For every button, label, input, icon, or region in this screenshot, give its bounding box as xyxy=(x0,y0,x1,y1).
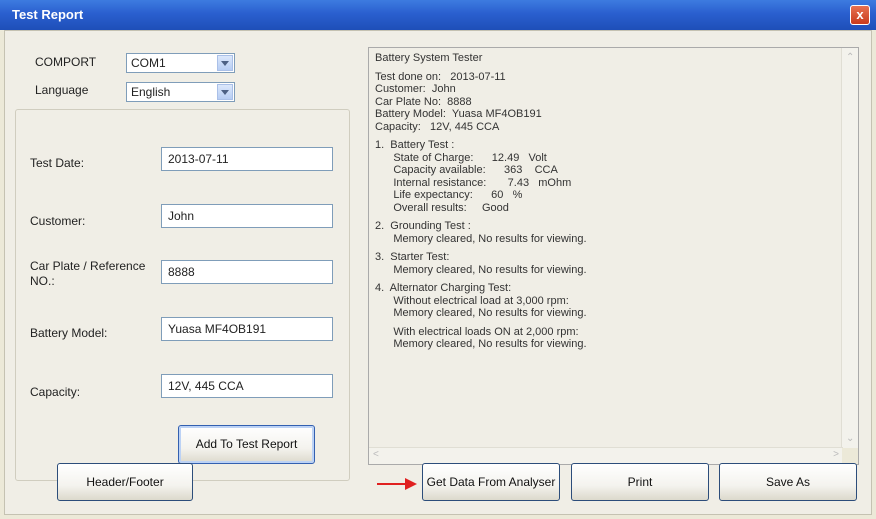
scroll-corner xyxy=(842,448,858,464)
report-fields-group: Test Date: 2013-07-11 Customer: John Car… xyxy=(15,109,350,481)
print-button[interactable]: Print xyxy=(571,463,709,501)
get-data-from-analyser-button[interactable]: Get Data From Analyser xyxy=(422,463,560,501)
report-line: Memory cleared, No results for viewing. xyxy=(375,263,587,276)
window-title: Test Report xyxy=(12,7,84,22)
customer-label: Customer: xyxy=(30,214,86,228)
report-line: Internal resistance: 7.43 mOhm xyxy=(375,176,572,189)
report-line: Memory cleared, No results for viewing. xyxy=(375,307,587,319)
report-line: Battery System Tester xyxy=(375,52,483,64)
close-icon: x xyxy=(856,7,864,22)
language-label: Language xyxy=(35,83,89,97)
scroll-down-icon[interactable]: ⌄ xyxy=(846,433,854,444)
battery-model-value: Yuasa MF4OB191 xyxy=(168,322,267,336)
chevron-down-icon[interactable] xyxy=(217,55,233,71)
car-plate-value: 8888 xyxy=(168,265,195,279)
report-line: State of Charge: 12.49 Volt xyxy=(375,151,547,164)
comport-select[interactable]: COM1 xyxy=(126,53,235,73)
test-date-label: Test Date: xyxy=(30,156,85,170)
scroll-left-icon[interactable]: < xyxy=(373,449,379,460)
car-plate-label-line2: NO.: xyxy=(30,274,55,288)
report-line: Customer: John xyxy=(375,83,456,95)
header-footer-button[interactable]: Header/Footer xyxy=(57,463,193,501)
car-plate-label-line1: Car Plate / Reference xyxy=(30,259,146,273)
battery-model-label: Battery Model: xyxy=(30,326,108,340)
chevron-down-icon[interactable] xyxy=(217,84,233,100)
comport-value: COM1 xyxy=(131,56,166,70)
language-value: English xyxy=(131,85,171,99)
report-line: Overall results: Good xyxy=(375,201,509,214)
report-line: Life expectancy: 60 % xyxy=(375,189,523,201)
horizontal-scrollbar[interactable]: < > xyxy=(369,447,843,464)
vertical-scrollbar[interactable]: ⌃ ⌄ xyxy=(841,48,858,448)
add-to-test-report-button[interactable]: Add To Test Report xyxy=(178,425,315,464)
battery-model-field[interactable]: Yuasa MF4OB191 xyxy=(161,317,333,341)
capacity-field[interactable]: 12V, 445 CCA xyxy=(161,374,333,398)
report-text: Battery System Tester Test done on: 2013… xyxy=(375,52,835,351)
save-as-button[interactable]: Save As xyxy=(719,463,857,501)
test-date-field[interactable]: 2013-07-11 xyxy=(161,147,333,171)
report-line: 4. Alternator Charging Test: xyxy=(375,282,512,294)
capacity-label: Capacity: xyxy=(30,385,81,399)
test-date-value: 2013-07-11 xyxy=(168,152,229,166)
report-line: 2. Grounding Test : xyxy=(375,220,471,232)
report-line: With electrical loads ON at 2,000 rpm: xyxy=(375,325,579,338)
report-line: Test done on: 2013-07-11 xyxy=(375,70,506,83)
capacity-value: 12V, 445 CCA xyxy=(168,379,244,393)
report-line: Car Plate No: 8888 xyxy=(375,95,472,108)
title-bar[interactable]: Test Report x xyxy=(0,0,876,30)
customer-value: John xyxy=(168,209,195,223)
test-report-window: Test Report x COMPORT COM1 Language Engl… xyxy=(0,0,876,519)
close-button[interactable]: x xyxy=(850,5,870,25)
report-line: 1. Battery Test : xyxy=(375,139,455,151)
scroll-up-icon[interactable]: ⌃ xyxy=(846,52,854,63)
report-line: 3. Starter Test: xyxy=(375,251,450,263)
customer-field[interactable]: John xyxy=(161,204,333,228)
annotation-arrow-icon xyxy=(377,478,417,490)
report-line: Memory cleared, No results for viewing. xyxy=(375,338,587,350)
scroll-right-icon[interactable]: > xyxy=(833,449,839,460)
car-plate-field[interactable]: 8888 xyxy=(161,260,333,284)
report-line: Capacity: 12V, 445 CCA xyxy=(375,120,500,133)
language-select[interactable]: English xyxy=(126,82,235,102)
report-line: Memory cleared, No results for viewing. xyxy=(375,232,587,245)
comport-label: COMPORT xyxy=(35,55,97,69)
report-line: Battery Model: Yuasa MF4OB191 xyxy=(375,108,542,120)
dialog-body: COMPORT COM1 Language English Test Date:… xyxy=(4,30,872,515)
report-preview[interactable]: Battery System Tester Test done on: 2013… xyxy=(368,47,859,465)
report-line: Without electrical load at 3,000 rpm: xyxy=(375,294,569,307)
report-line: Capacity available: 363 CCA xyxy=(375,164,558,176)
